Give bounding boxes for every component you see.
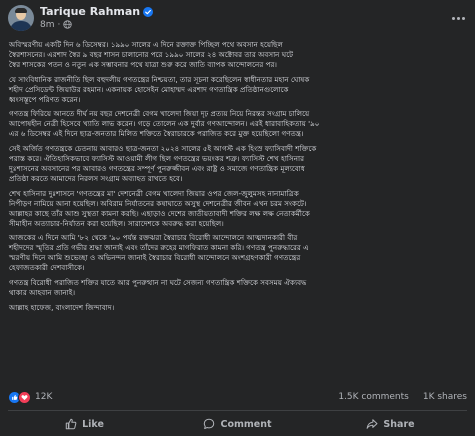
post-actions: Like Comment Share <box>8 414 467 434</box>
post-time[interactable]: 8m <box>40 20 55 30</box>
reaction-icons[interactable] <box>8 390 31 404</box>
thumbs-up-icon <box>65 418 77 430</box>
post-body: অবিস্মরণীয় একটি দিন ৬ ডিসেম্বর। ১৯৯০ সা… <box>9 40 467 318</box>
comment-count[interactable]: 1.5K comments <box>338 392 409 402</box>
post-paragraph: গণতন্ত্র বিরোধী পরাজিত শক্তির যাতে আর পু… <box>9 278 307 297</box>
post-paragraph: শেখ হাসিনার দুঃশাসনে 'গণতন্ত্রের মা' দেশ… <box>9 188 310 228</box>
share-button[interactable]: Share <box>314 414 467 434</box>
reaction-count[interactable]: 12K <box>35 392 52 402</box>
verified-badge-icon <box>143 7 154 18</box>
comment-label: Comment <box>220 418 272 430</box>
post-stats: 12K 1.5K comments 1K shares <box>8 390 467 404</box>
post-paragraph: আল্লাহ হাফেজ, বাংলাদেশ জিন্দাবাদ। <box>9 302 115 312</box>
like-button[interactable]: Like <box>8 414 161 434</box>
globe-icon[interactable] <box>63 20 73 29</box>
love-reaction-icon <box>18 390 31 404</box>
post-paragraph: সেই অর্জিত গণতন্ত্রকে চেতনায় আবারও ছাত্… <box>9 144 317 183</box>
separator-dot: · <box>57 19 61 30</box>
post-paragraph: আজকের এ দিনে আমি '৮২ থেকে '৯০ পর্যন্ত রক… <box>9 233 309 273</box>
post-time-row: 8m · <box>40 20 153 30</box>
post-header: Tarique Rahman 8m · <box>0 0 475 34</box>
engagement-counts: 1.5K comments 1K shares <box>338 392 467 402</box>
comment-button[interactable]: Comment <box>161 414 314 434</box>
share-icon <box>367 419 378 429</box>
comment-icon <box>204 418 215 430</box>
share-label: Share <box>383 418 415 430</box>
actions-divider <box>8 410 467 411</box>
author-name[interactable]: Tarique Rahman <box>40 5 140 19</box>
author-avatar[interactable] <box>8 5 34 31</box>
like-label: Like <box>82 418 104 430</box>
more-options-icon[interactable] <box>450 11 467 26</box>
post-paragraph: গণতন্ত্র ফিরিয়ে আনতে দীর্ঘ নয় বছর দেশন… <box>9 109 320 139</box>
post-paragraph: যে সাংবিধানিক রাজনীতি ছিল বহুদলীয় গণতন্… <box>9 74 310 104</box>
post-paragraph: অবিস্মরণীয় একটি দিন ৬ ডিসেম্বর। ১৯৯০ সা… <box>9 40 294 69</box>
share-count[interactable]: 1K shares <box>423 392 467 402</box>
author-meta: Tarique Rahman 8m · <box>40 5 154 30</box>
author-name-row: Tarique Rahman <box>40 5 154 19</box>
facebook-post: Tarique Rahman 8m · অবিস্মরণীয় একটি দিন… <box>0 0 475 436</box>
